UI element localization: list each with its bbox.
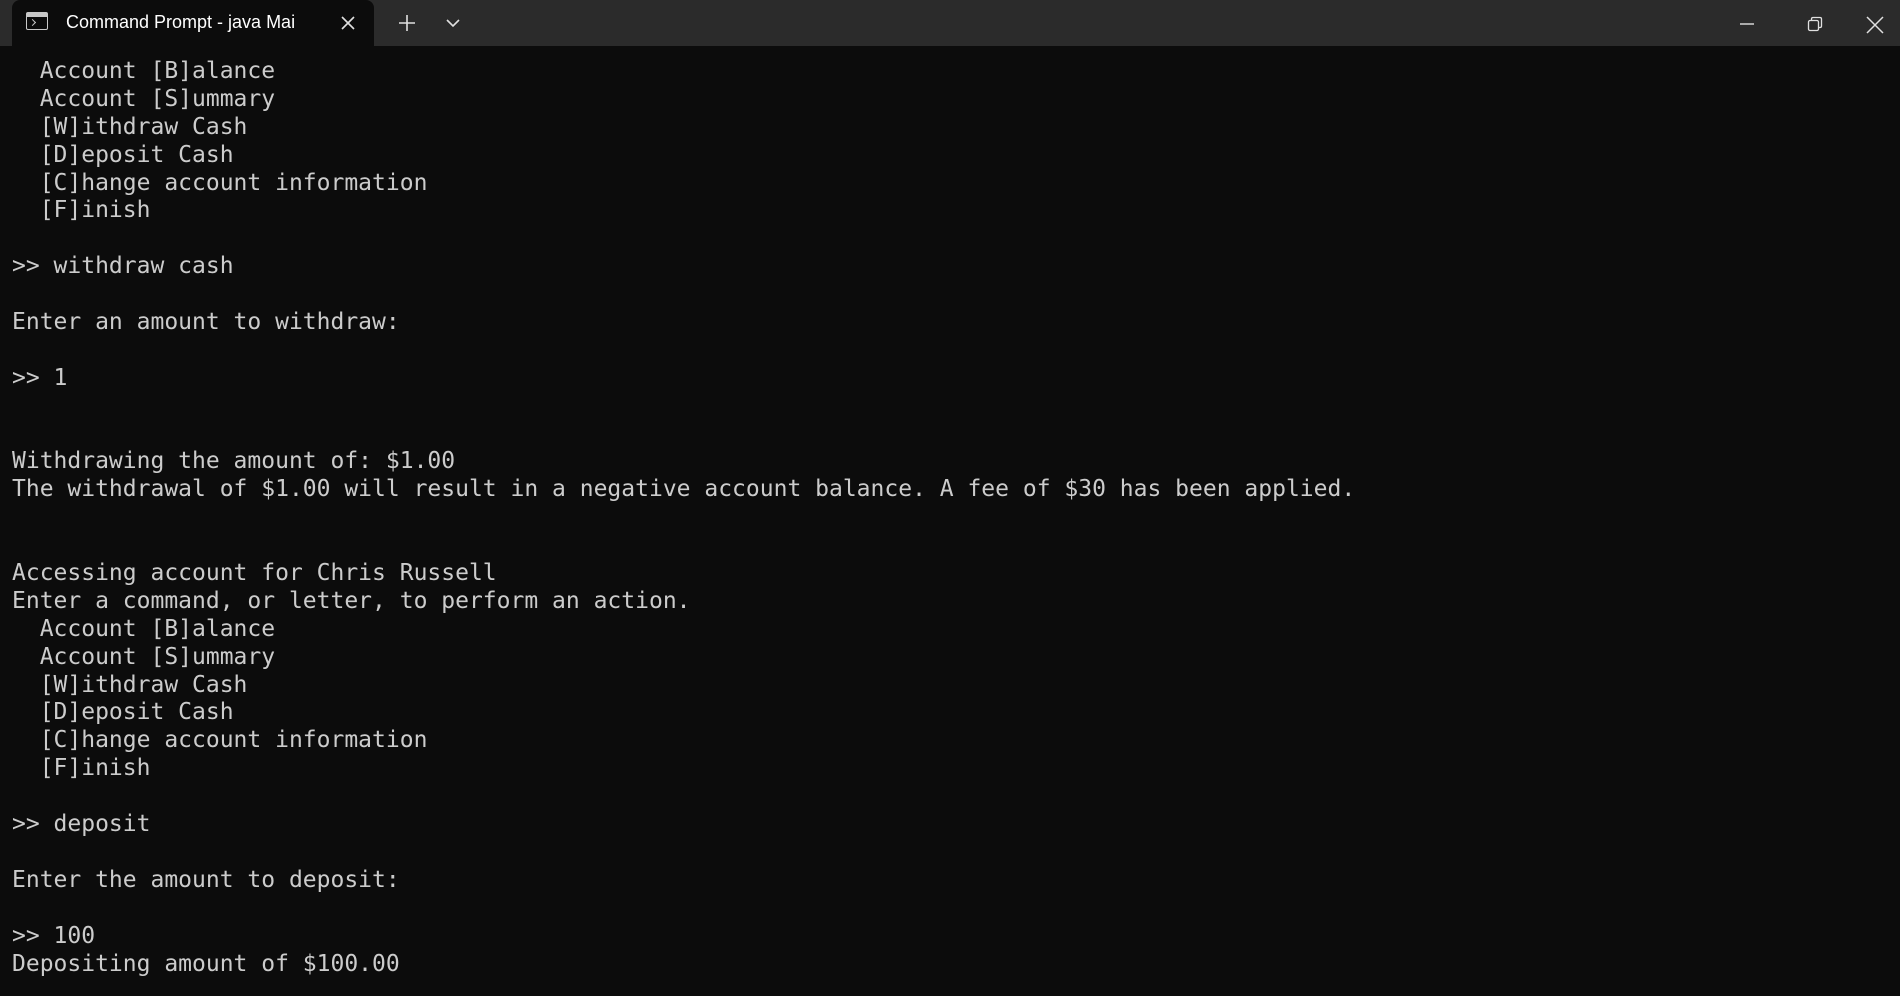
terminal-line: >> 1 [12, 364, 68, 391]
terminal-line: Enter the amount to deposit: [12, 866, 400, 893]
terminal-line: >> withdraw cash [12, 253, 234, 280]
terminal-icon [26, 12, 48, 30]
close-window-button[interactable] [1850, 0, 1900, 46]
terminal-line: Depositing amount of $100.00 [12, 950, 400, 977]
close-icon [1866, 16, 1884, 34]
terminal-line: [F]inish [12, 755, 151, 782]
terminal-line: Account [B]alance [12, 58, 276, 84]
terminal-line: [D]eposit Cash [12, 699, 234, 726]
tab-dropdown-button[interactable] [436, 8, 470, 38]
terminal-line: Withdrawing the amount of: $1.00 [12, 448, 456, 475]
tab-title: Command Prompt - java Mai [66, 12, 296, 32]
terminal-line: Account [S]ummary [12, 643, 276, 670]
close-icon [341, 16, 355, 30]
terminal-line: [W]ithdraw Cash [12, 113, 248, 140]
restore-icon [1807, 16, 1823, 32]
minimize-button[interactable] [1714, 0, 1780, 46]
terminal-line: Enter a command, or letter, to perform a… [12, 587, 691, 614]
title-bar: Command Prompt - java Mai [0, 0, 1900, 47]
terminal-line: [F]inish [12, 197, 151, 224]
terminal-line: The withdrawal of $1.00 will result in a… [12, 476, 1356, 503]
terminal-line: [C]hange account information [12, 727, 428, 754]
terminal-line: Account [S]ummary [12, 85, 276, 112]
terminal-line: >> deposit [12, 811, 151, 838]
terminal-line: Account [B]alance [12, 615, 276, 642]
new-tab-button[interactable] [390, 8, 424, 38]
restore-button[interactable] [1782, 0, 1848, 46]
terminal-window: Command Prompt - java Mai Account [B]ala… [0, 0, 1900, 996]
chevron-down-icon [446, 19, 460, 28]
terminal-line: [C]hange account information [12, 169, 428, 196]
terminal-line: Accessing account for Chris Russell [12, 560, 497, 587]
terminal-output[interactable]: Account [B]alance Account [S]ummary [W]i… [12, 58, 1892, 978]
terminal-line: Enter an amount to withdraw: [12, 309, 400, 336]
terminal-line: [W]ithdraw Cash [12, 671, 248, 698]
terminal-line: >> 100 [12, 922, 96, 949]
terminal-line: [D]eposit Cash [12, 141, 234, 168]
tab-command-prompt[interactable]: Command Prompt - java Mai [12, 0, 374, 47]
plus-icon [399, 15, 415, 31]
minimize-icon [1740, 23, 1754, 25]
tab-close-button[interactable] [336, 11, 360, 35]
